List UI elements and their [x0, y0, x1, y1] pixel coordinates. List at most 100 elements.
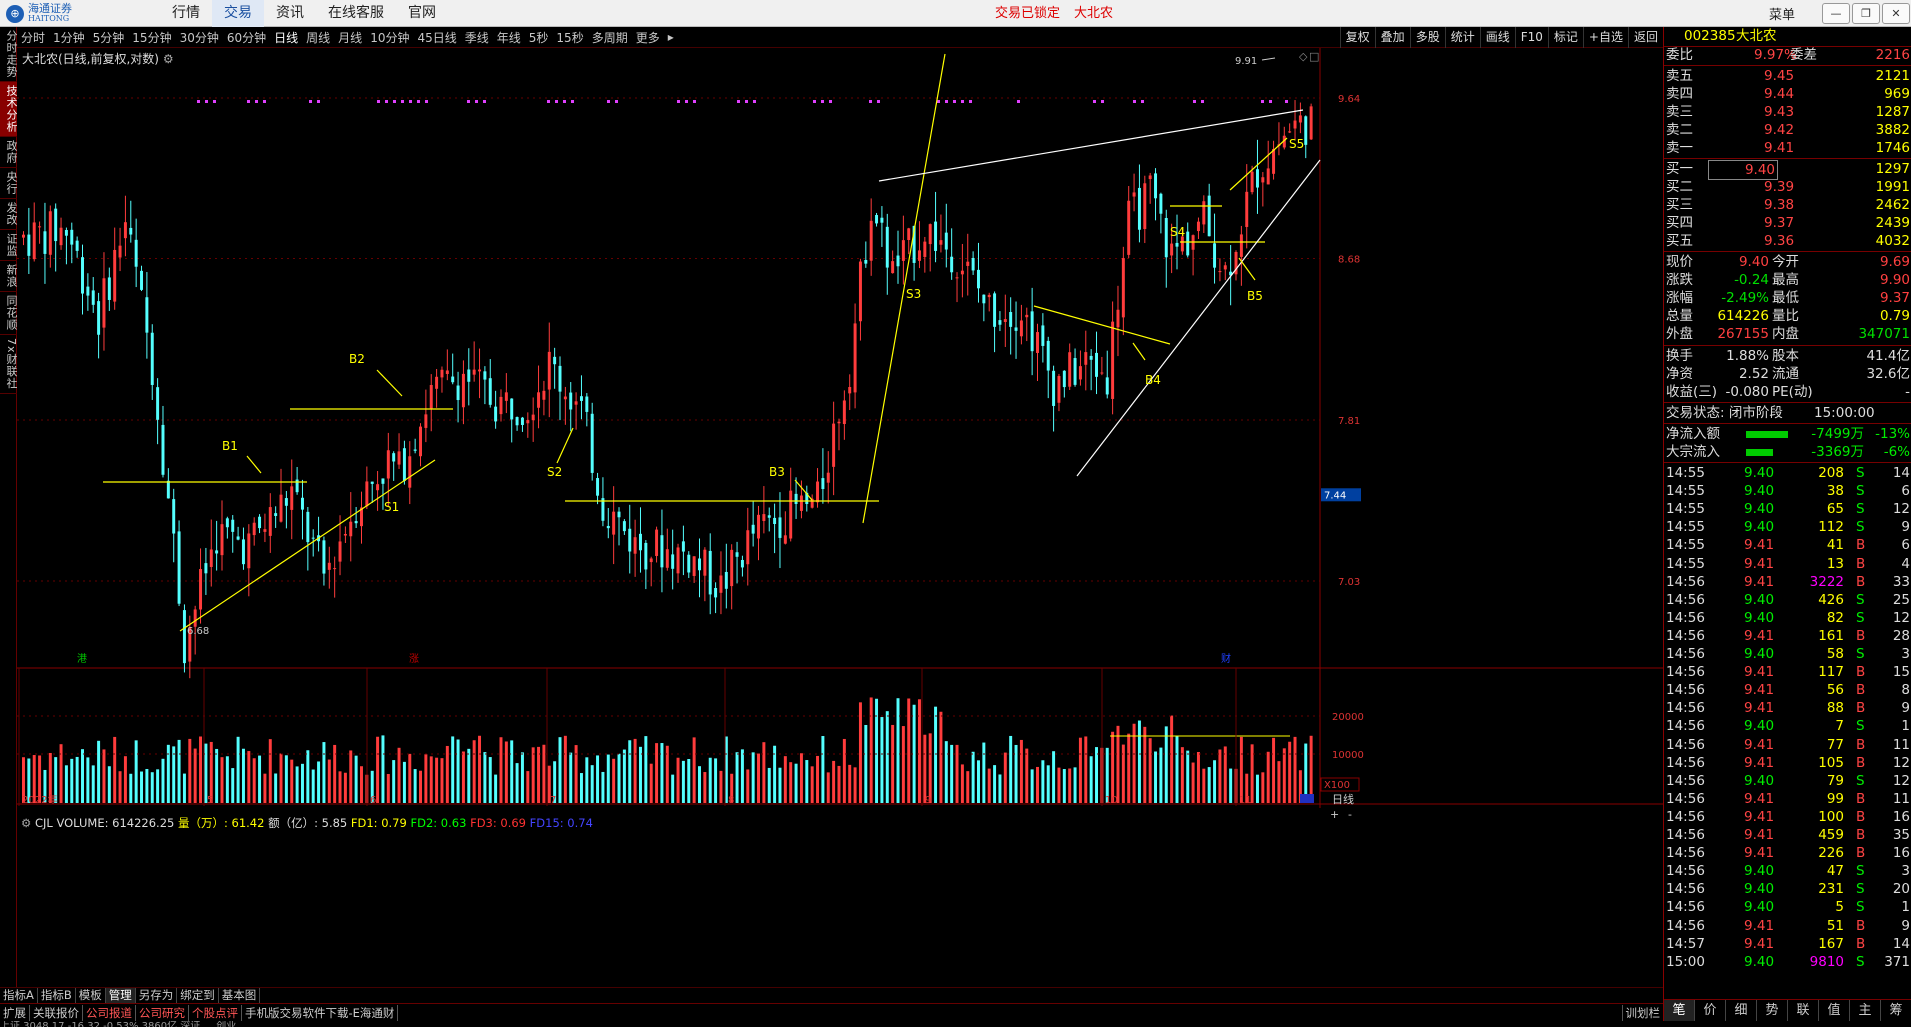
indicator-tab-4[interactable]: 另存为 [136, 988, 178, 1003]
quote-tab-4[interactable]: 联 [1788, 1000, 1819, 1021]
bid-price[interactable]: 9.40 [1708, 160, 1778, 180]
period-6[interactable]: 日线 [270, 29, 302, 46]
event-marker[interactable]: 港 [77, 653, 87, 665]
menu-item-3[interactable]: 在线客服 [316, 0, 396, 27]
bid-price[interactable]: 9.36 [1764, 232, 1794, 250]
indicator-tab-1[interactable]: 指标B [38, 988, 76, 1003]
period-12[interactable]: 年线 [493, 29, 525, 46]
candle-body [644, 542, 648, 570]
ask-price[interactable]: 9.41 [1764, 139, 1794, 157]
menu-item-0[interactable]: 行情 [160, 0, 212, 27]
indicator-tab-5[interactable]: 绑定到 [177, 988, 219, 1003]
period-14[interactable]: 15秒 [552, 29, 587, 46]
period-4[interactable]: 30分钟 [176, 29, 223, 46]
close-icon[interactable]: ✕ [1882, 3, 1910, 24]
left-tab-3[interactable]: 央行 [0, 168, 18, 199]
status-right[interactable]: 训划栏 [1621, 1004, 1664, 1021]
current-price-label: 7.44 [1324, 490, 1346, 501]
period-16[interactable]: 更多 [632, 29, 664, 46]
toolbar-btn-8[interactable]: 返回 [1627, 27, 1663, 48]
candle-body [585, 396, 589, 412]
main-menu-button[interactable]: 菜单 [1769, 4, 1795, 23]
status-tab-1[interactable]: 关联报价 [30, 1004, 83, 1021]
quote-tab-2[interactable]: 细 [1726, 1000, 1757, 1021]
indicator-tab-0[interactable]: 指标A [0, 988, 38, 1003]
indicator-tab-3[interactable]: 管理 [105, 988, 136, 1003]
period-10[interactable]: 45日线 [413, 29, 460, 46]
period-2[interactable]: 5分钟 [89, 29, 129, 46]
chart-option-icon[interactable]: ◇ [1299, 50, 1308, 63]
candle-body [204, 563, 208, 574]
status-tab-3[interactable]: 公司研究 [136, 1004, 189, 1021]
period-11[interactable]: 季线 [461, 29, 493, 46]
left-tab-0[interactable]: 分时走势 [0, 27, 18, 82]
menu-item-4[interactable]: 官网 [396, 0, 448, 27]
bid-price[interactable]: 9.39 [1764, 178, 1794, 196]
period-7[interactable]: 周线 [302, 29, 334, 46]
ask-price[interactable]: 9.43 [1764, 103, 1794, 121]
maximize-icon[interactable]: ❐ [1852, 3, 1880, 24]
signal-dot [1017, 100, 1020, 103]
period-9[interactable]: 10分钟 [366, 29, 413, 46]
toolbar-btn-7[interactable]: +自选 [1582, 27, 1628, 48]
kline-svg[interactable]: 9.64 8.68 7.81 7.44 7.03 20000 10000 X100 2022年 5… [17, 48, 1663, 988]
status-tab-0[interactable]: 扩展 [0, 1004, 30, 1021]
zoom-in-icon[interactable]: + [1330, 808, 1339, 821]
more-arrow-icon[interactable]: ▸ [668, 30, 674, 44]
tick-vol: 167 [1818, 935, 1844, 952]
ask-price[interactable]: 9.45 [1764, 67, 1794, 85]
toolbar-btn-6[interactable]: 标记 [1547, 27, 1583, 48]
scroll-indicator[interactable] [1300, 794, 1314, 803]
volume-bar [778, 767, 782, 803]
status-tab-2[interactable]: 公司报道 [83, 1004, 136, 1021]
period-15[interactable]: 多周期 [588, 29, 632, 46]
indicator-tab-2[interactable]: 模板 [76, 988, 106, 1003]
toolbar-btn-1[interactable]: 叠加 [1374, 27, 1410, 48]
period-5[interactable]: 60分钟 [223, 29, 270, 46]
status-tab-5[interactable]: 手机版交易软件下载-E海通财 [242, 1004, 399, 1021]
quote-tab-6[interactable]: 主 [1850, 1000, 1881, 1021]
event-marker[interactable]: 财 [1221, 652, 1231, 665]
quote-tab-1[interactable]: 价 [1695, 1000, 1726, 1021]
left-tab-8[interactable]: 7x财联社 [0, 335, 18, 394]
period-1[interactable]: 1分钟 [49, 29, 89, 46]
left-tab-1[interactable]: 技术分析 [0, 82, 18, 137]
candle-body [1175, 242, 1179, 247]
left-tab-6[interactable]: 新浪 [0, 261, 18, 292]
quote-tab-3[interactable]: 势 [1757, 1000, 1788, 1021]
bid-price[interactable]: 9.38 [1764, 196, 1794, 214]
left-tab-2[interactable]: 政府 [0, 137, 18, 168]
period-8[interactable]: 月线 [334, 29, 366, 46]
zoom-out-icon[interactable]: - [1348, 808, 1352, 821]
minimize-icon[interactable]: — [1822, 3, 1850, 24]
candle-body [22, 234, 25, 238]
kline-chart-area[interactable]: 9.64 8.68 7.81 7.44 7.03 20000 10000 X100 2022年 5… [17, 48, 1663, 988]
toolbar-btn-2[interactable]: 多股 [1409, 27, 1445, 48]
toolbar-btn-5[interactable]: F10 [1514, 27, 1548, 48]
period-3[interactable]: 15分钟 [128, 29, 175, 46]
event-marker[interactable]: 涨 [409, 653, 419, 665]
status-tab-4[interactable]: 个股点评 [189, 1004, 242, 1021]
ask-price[interactable]: 9.44 [1764, 85, 1794, 103]
volume-bar [708, 757, 712, 803]
ask-price[interactable]: 9.42 [1764, 121, 1794, 139]
quote-tab-5[interactable]: 值 [1819, 1000, 1850, 1021]
toolbar-btn-3[interactable]: 统计 [1444, 27, 1480, 48]
menu-item-2[interactable]: 资讯 [264, 0, 316, 27]
left-tab-7[interactable]: 同花顺 [0, 292, 18, 335]
quote-tab-0[interactable]: 笔 [1664, 1000, 1695, 1021]
volume-bar [735, 752, 739, 803]
settings-icon[interactable]: ⚙ [163, 52, 174, 66]
period-13[interactable]: 5秒 [525, 29, 553, 46]
left-tab-5[interactable]: 证监 [0, 230, 18, 261]
bid-price[interactable]: 9.37 [1764, 214, 1794, 232]
chart-close-icon[interactable]: □ [1309, 50, 1319, 63]
left-tab-4[interactable]: 发改 [0, 199, 18, 230]
toolbar-btn-4[interactable]: 画线 [1479, 27, 1515, 48]
toolbar-btn-0[interactable]: 复权 [1339, 27, 1375, 48]
period-0[interactable]: 分时 [17, 29, 49, 46]
indicator-tab-6[interactable]: 基本图 [219, 988, 261, 1003]
quote-tab-7[interactable]: 筹 [1881, 1000, 1911, 1021]
volume-settings-icon[interactable]: ⚙ [21, 816, 31, 830]
menu-item-1[interactable]: 交易 [212, 0, 264, 27]
